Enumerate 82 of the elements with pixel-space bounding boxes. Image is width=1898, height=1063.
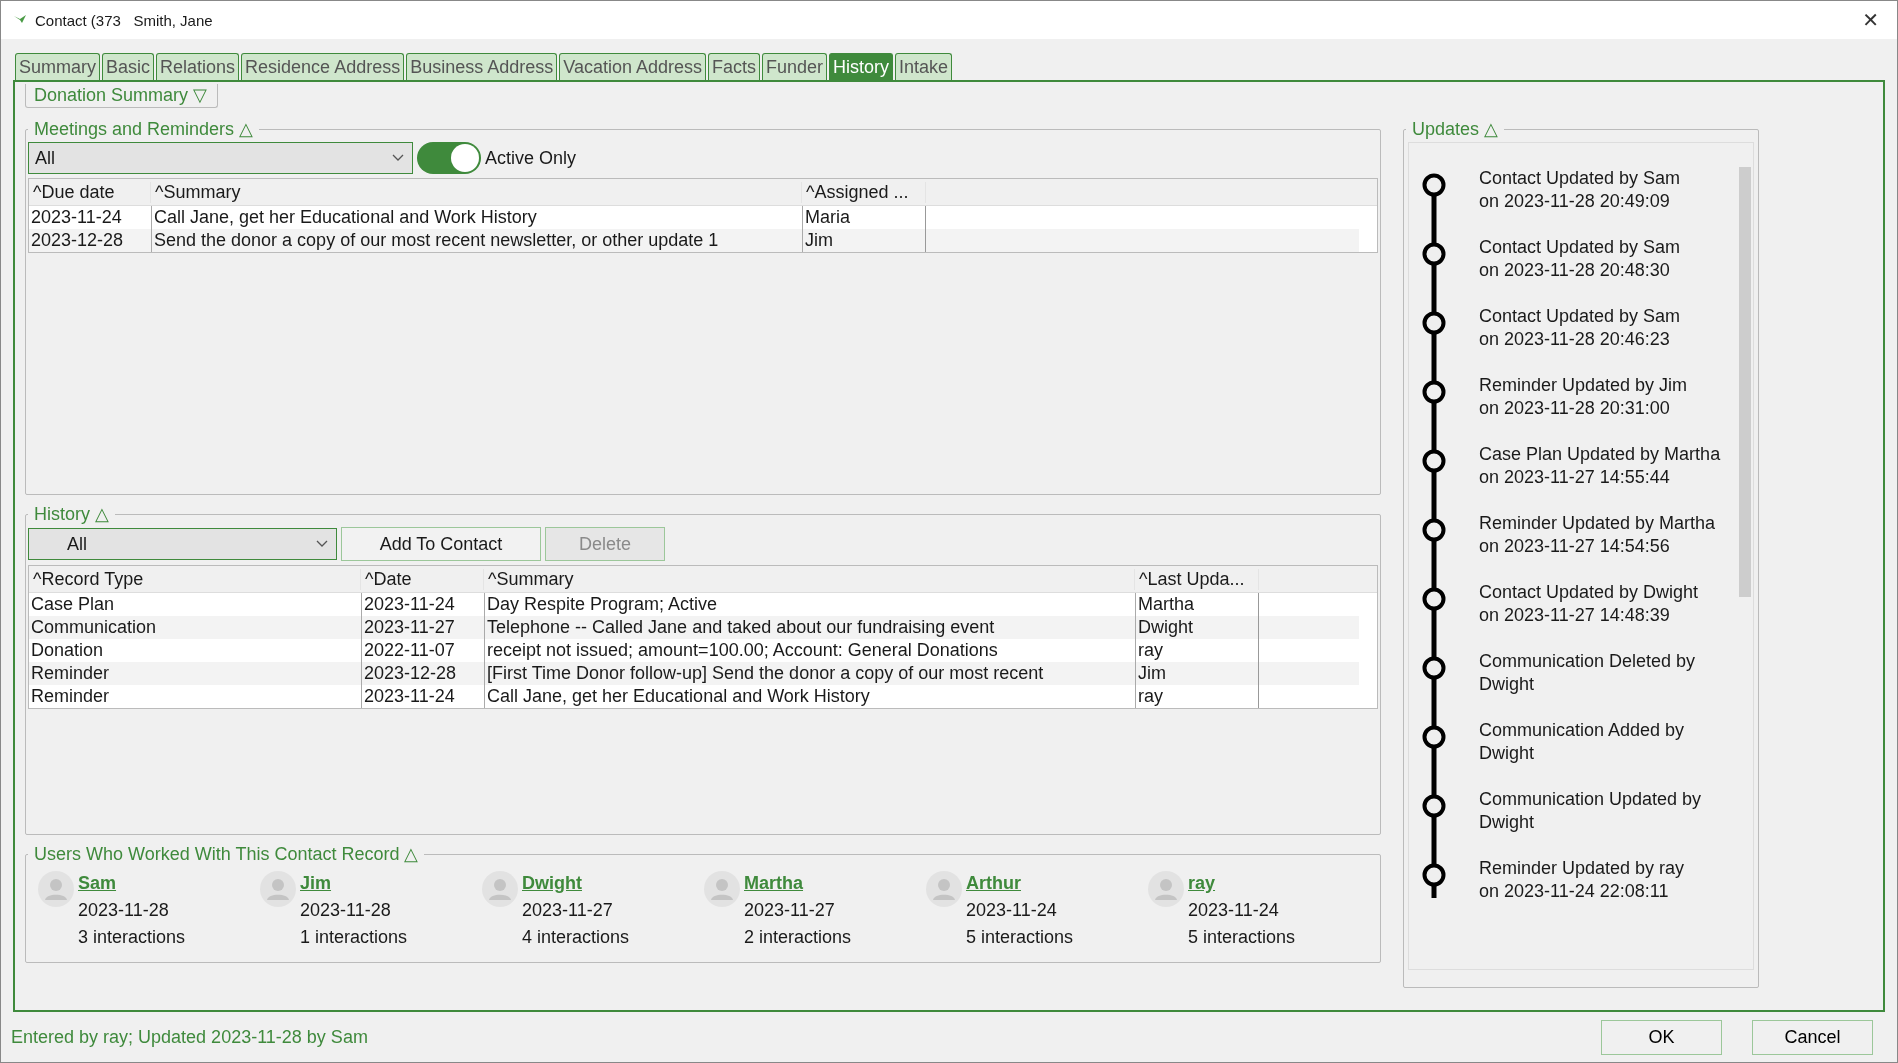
interaction-count: 3 interactions — [78, 927, 186, 948]
update-entry: Contact Updated by Sam on 2023-11-28 20:48:30 — [1479, 236, 1682, 282]
update-entry: Contact Updated by Dwight on 2023-11-27 14:48:39 — [1479, 581, 1700, 627]
user-link[interactable]: Arthur — [966, 873, 1074, 894]
avatar-icon — [260, 871, 296, 907]
update-entry: Reminder Updated by ray on 2023-11-24 22:08:11 — [1479, 857, 1686, 903]
tab[interactable]: Business Address — [406, 53, 558, 80]
interaction-count: 1 interactions — [300, 927, 408, 948]
column-header[interactable]: ^Assigned ... — [802, 181, 926, 203]
avatar-icon — [704, 871, 740, 907]
update-entry: Communication Deleted by Dwight — [1479, 650, 1697, 696]
user-link[interactable]: Martha — [744, 873, 852, 894]
column-header[interactable]: ^Record Type — [29, 568, 361, 590]
avatar-icon — [38, 871, 74, 907]
user-date: 2023-11-27 — [522, 900, 614, 921]
tab[interactable]: Facts — [708, 53, 761, 80]
ok-button[interactable]: OK — [1601, 1019, 1722, 1055]
group-title[interactable]: Updates △ — [1406, 118, 1505, 140]
tab[interactable]: Basic — [102, 53, 155, 80]
interaction-count: 2 interactions — [744, 927, 852, 948]
window-title: Contact (373 Smith, Jane — [35, 11, 214, 29]
column-header[interactable]: ^Due date — [29, 181, 151, 203]
table-cell: Call Jane, get her Educational and Work History — [484, 685, 1135, 708]
interaction-count: 5 interactions — [1188, 927, 1296, 948]
update-entry: Contact Updated by Sam on 2023-11-28 20:46:23 — [1479, 305, 1682, 351]
interaction-count: 5 interactions — [966, 927, 1074, 948]
table-cell-text: 2023-11-24 — [30, 206, 123, 229]
user-date: 2023-11-28 — [78, 900, 170, 921]
avatar-icon — [1148, 871, 1184, 907]
tab[interactable]: Vacation Address — [559, 53, 706, 80]
tab[interactable]: Intake — [895, 53, 953, 80]
status-text: Entered by ray; Updated 2023-11-28 by Sam — [11, 1026, 369, 1048]
toggle-switch[interactable] — [417, 142, 481, 174]
section-toggle[interactable]: Donation Summary ▽ — [25, 84, 219, 108]
toggle-label: Active Only — [485, 147, 577, 169]
user-link[interactable]: Dwight — [522, 873, 630, 894]
update-entry: Contact Updated by Sam on 2023-11-28 20:49:09 — [1479, 167, 1682, 213]
tab[interactable]: Funder — [762, 53, 828, 80]
table-cell: Jim — [802, 229, 926, 252]
user-date: 2023-11-27 — [744, 900, 836, 921]
column-header[interactable]: ^Summary — [484, 568, 1135, 590]
user-date: 2023-11-24 — [966, 900, 1058, 921]
table-cell-text: Communication — [30, 616, 158, 639]
table-cell: 2023-11-24 — [361, 685, 484, 708]
dropdown-caret-icon — [392, 154, 404, 162]
interaction-count: 4 interactions — [522, 927, 630, 948]
filter-dropdown[interactable]: All — [28, 528, 337, 560]
avatar-icon — [482, 871, 518, 907]
table-cell-text: 2023-12-28 — [30, 229, 125, 252]
tab[interactable]: Relations — [156, 53, 240, 80]
table-cell-text: Reminder — [30, 685, 111, 708]
table-cell: ray — [1135, 685, 1259, 708]
update-entry: Reminder Updated by Martha on 2023-11-27 14:54:56 — [1479, 512, 1717, 558]
close-button[interactable]: ✕ — [1856, 8, 1885, 32]
group-title[interactable]: Users Who Worked With This Contact Record △ — [28, 843, 425, 865]
column-header[interactable]: ^Summary — [151, 181, 802, 203]
add-button[interactable]: Add To Contact — [341, 527, 541, 561]
user-link[interactable]: ray — [1188, 873, 1296, 894]
table-cell-text: Donation — [30, 639, 105, 662]
table-cell: Send the donor a copy of our most recent newsletter, or other update 1 — [151, 229, 802, 252]
update-entry: Case Plan Updated by Martha on 2023-11-27 14:55:44 — [1479, 443, 1721, 489]
update-entry: Communication Updated by Dwight — [1479, 788, 1703, 834]
table-cell-text: Reminder — [30, 662, 111, 685]
scrollbar-thumb[interactable] — [1739, 167, 1751, 597]
user-link[interactable]: Jim — [300, 873, 408, 894]
filter-dropdown[interactable]: All — [28, 142, 413, 174]
tab[interactable]: Residence Address — [241, 53, 405, 80]
column-header[interactable]: ^Last Upda... — [1135, 568, 1259, 590]
avatar-icon — [926, 871, 962, 907]
user-date: 2023-11-28 — [300, 900, 392, 921]
column-header[interactable]: ^Date — [361, 568, 484, 590]
user-date: 2023-11-24 — [1188, 900, 1280, 921]
dropdown-caret-icon — [316, 540, 328, 548]
update-entry: Reminder Updated by Jim on 2023-11-28 20:31:00 — [1479, 374, 1689, 420]
table-cell-text: Case Plan — [30, 593, 116, 616]
update-entry: Communication Added by Dwight — [1479, 719, 1686, 765]
tab[interactable]: History — [829, 53, 894, 80]
cancel-button[interactable]: Cancel — [1752, 1019, 1873, 1055]
group-title[interactable]: History △ — [28, 503, 116, 525]
tab[interactable]: Summary — [15, 53, 100, 80]
user-link[interactable]: Sam — [78, 873, 186, 894]
group-title[interactable]: Meetings and Reminders △ — [28, 118, 260, 140]
